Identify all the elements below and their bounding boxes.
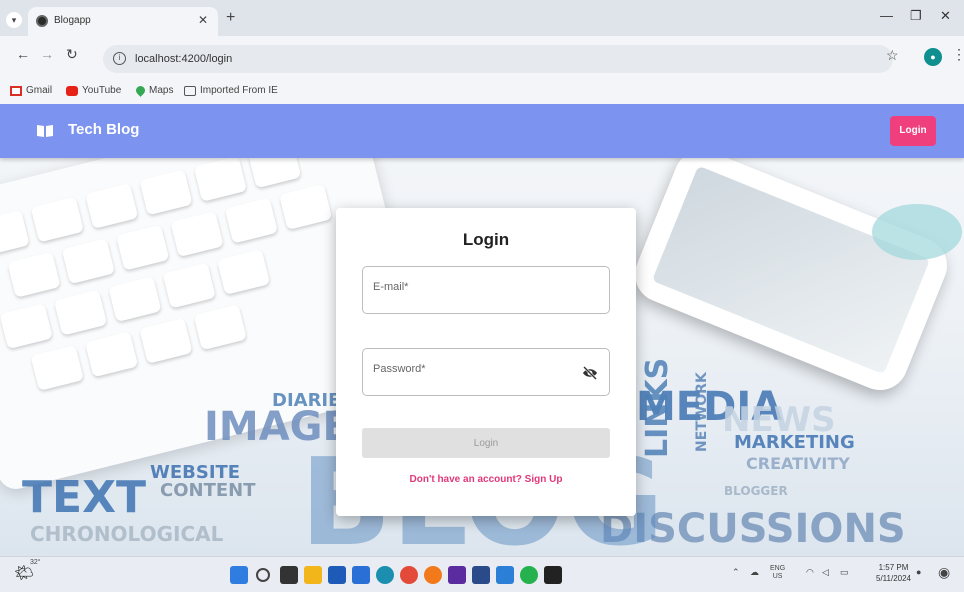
restore-icon[interactable]: ❐ <box>910 8 922 24</box>
edge-icon[interactable] <box>376 566 394 584</box>
bg-word: BLOGGER <box>724 484 788 498</box>
book-icon <box>37 125 53 137</box>
terminal-icon[interactable] <box>544 566 562 584</box>
vscode-icon[interactable] <box>496 566 514 584</box>
signup-link[interactable]: Don't have an account? Sign Up <box>336 474 636 485</box>
login-card: Login Login Don't have an account? Sign … <box>336 208 636 516</box>
app-header: Tech Blog Login <box>0 104 964 158</box>
close-window-icon[interactable]: ✕ <box>940 8 951 24</box>
weather-icon[interactable]: 🌤 <box>14 563 34 583</box>
back-icon[interactable]: ← <box>16 46 30 62</box>
bg-word: NETWORK <box>694 372 710 452</box>
phone-illustration <box>626 141 956 399</box>
web-page: DIARIES IMAGE WEBSITE CONTENT TEXT CHRON… <box>0 104 964 556</box>
url-text[interactable]: localhost:4200/login <box>135 53 232 65</box>
email-field[interactable] <box>362 266 610 314</box>
menu-kebab-icon[interactable]: ⋮ <box>952 46 964 63</box>
windows-start-icon[interactable] <box>230 566 248 584</box>
youtube-icon <box>66 85 78 96</box>
temperature: 32° <box>30 559 41 566</box>
bg-word: CHRONOLOGICAL <box>30 522 224 546</box>
password-field[interactable] <box>362 348 610 396</box>
whatsapp-icon[interactable] <box>520 566 538 584</box>
copilot-icon[interactable]: ◉ <box>938 564 950 581</box>
bg-word: MARKETING <box>734 432 855 453</box>
browser-toolbar: ← → ↻ i localhost:4200/login ☆ ● ⋮ <box>0 36 964 82</box>
app-icon[interactable] <box>472 566 490 584</box>
maps-pin-icon <box>134 84 147 97</box>
login-submit-button[interactable]: Login <box>362 428 610 458</box>
visibility-off-icon[interactable] <box>581 364 599 382</box>
battery-icon[interactable]: ▭ <box>840 567 849 578</box>
minimize-icon[interactable]: — <box>880 8 893 23</box>
bookmark-youtube[interactable]: YouTube <box>66 85 121 96</box>
header-login-button[interactable]: Login <box>890 116 936 146</box>
login-title: Login <box>462 230 510 249</box>
tray-overflow-icon[interactable]: ⌃ <box>732 567 740 578</box>
mail-icon[interactable] <box>352 566 370 584</box>
angular-favicon-icon <box>36 15 48 27</box>
clock[interactable]: 1:57 PM 5/11/2024 <box>876 562 911 584</box>
bg-word: CONTENT <box>160 480 256 501</box>
gmail-icon <box>10 85 22 96</box>
task-view-icon[interactable] <box>280 566 298 584</box>
browser-tabstrip: ▾ Blogapp ✕ + — ❐ ✕ <box>0 0 964 36</box>
password-input[interactable] <box>373 363 573 375</box>
browser-tab[interactable]: Blogapp ✕ <box>28 7 218 36</box>
bookmark-gmail[interactable]: Gmail <box>10 85 52 96</box>
language-indicator[interactable]: ENG US <box>770 565 785 581</box>
store-icon[interactable] <box>328 566 346 584</box>
sticker-decoration <box>872 204 962 260</box>
tab-search-icon[interactable]: ▾ <box>6 12 22 28</box>
wifi-icon[interactable]: ◠ <box>806 567 814 578</box>
close-tab-icon[interactable]: ✕ <box>198 13 208 27</box>
file-explorer-icon[interactable] <box>304 566 322 584</box>
forward-icon[interactable]: → <box>40 46 54 62</box>
app-title: Tech Blog <box>68 121 140 138</box>
search-icon[interactable] <box>256 568 270 582</box>
bg-word: TEXT <box>22 472 147 523</box>
cloud-icon[interactable]: ☁ <box>750 567 759 578</box>
reload-icon[interactable]: ↻ <box>66 46 78 63</box>
chrome-icon[interactable] <box>400 566 418 584</box>
site-info-icon[interactable]: i <box>113 52 126 65</box>
tab-title: Blogapp <box>54 15 91 26</box>
notification-bell-icon[interactable]: ● <box>916 567 921 577</box>
email-input[interactable] <box>373 281 573 293</box>
profile-avatar[interactable]: ● <box>924 48 942 66</box>
volume-icon[interactable]: ◁ <box>822 567 829 578</box>
taskbar: 🌤 32° ⌃ ☁ ENG US ◠ ◁ ▭ 1:57 PM 5/11/2024… <box>0 556 964 592</box>
address-bar[interactable]: i localhost:4200/login <box>103 45 893 73</box>
bookmark-folder-imported[interactable]: Imported From IE <box>184 85 278 96</box>
app-icon[interactable] <box>448 566 466 584</box>
bg-word: CREATIVITY <box>746 454 850 473</box>
bookmark-star-icon[interactable]: ☆ <box>886 47 899 64</box>
bookmarks-bar: Gmail YouTube Maps Imported From IE <box>0 82 964 104</box>
bookmark-maps[interactable]: Maps <box>134 84 173 97</box>
new-tab-icon[interactable]: + <box>226 9 235 27</box>
firefox-icon[interactable] <box>424 566 442 584</box>
folder-icon <box>184 85 196 96</box>
